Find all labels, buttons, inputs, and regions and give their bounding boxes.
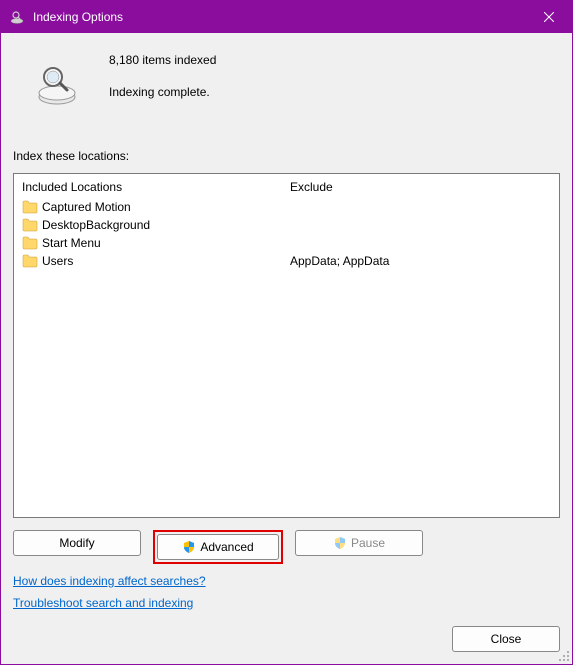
location-exclude: AppData; AppData <box>290 254 551 268</box>
how-indexing-link[interactable]: How does indexing affect searches? <box>13 574 206 588</box>
locations-listbox[interactable]: Included Locations Exclude Captured Moti… <box>13 173 560 518</box>
list-item[interactable]: Captured Motion <box>22 198 551 216</box>
buttons-row: Modify Advanced <box>13 530 560 564</box>
advanced-button[interactable]: Advanced <box>157 534 279 560</box>
location-name: DesktopBackground <box>42 218 150 232</box>
resize-grip[interactable] <box>558 650 570 662</box>
list-item[interactable]: Users AppData; AppData <box>22 252 551 270</box>
indexing-options-window: Indexing Options 8,180 items indexed <box>0 0 573 665</box>
window-title: Indexing Options <box>33 10 526 24</box>
list-item[interactable]: Start Menu <box>22 234 551 252</box>
locations-rows: Captured Motion DesktopBackground <box>14 198 559 270</box>
close-icon[interactable] <box>526 1 572 33</box>
footer: Close <box>13 626 560 652</box>
folder-icon <box>22 200 38 214</box>
advanced-highlight: Advanced <box>153 530 283 564</box>
pause-button: Pause <box>295 530 423 556</box>
items-indexed-label: 8,180 items indexed <box>109 53 216 67</box>
list-item[interactable]: DesktopBackground <box>22 216 551 234</box>
troubleshoot-link[interactable]: Troubleshoot search and indexing <box>13 596 193 610</box>
header-exclude: Exclude <box>290 180 551 194</box>
close-button[interactable]: Close <box>452 626 560 652</box>
folder-icon <box>22 254 38 268</box>
shield-icon <box>182 540 196 554</box>
indexing-state-label: Indexing complete. <box>109 85 216 99</box>
status-text: 8,180 items indexed Indexing complete. <box>109 47 216 99</box>
content-area: 8,180 items indexed Indexing complete. I… <box>1 33 572 664</box>
magnifier-drive-icon <box>33 61 81 109</box>
titlebar: Indexing Options <box>1 1 572 33</box>
links-section: How does indexing affect searches? Troub… <box>13 574 560 618</box>
folder-icon <box>22 218 38 232</box>
locations-label: Index these locations: <box>13 149 560 163</box>
shield-icon <box>333 536 347 550</box>
location-name: Captured Motion <box>42 200 131 214</box>
modify-button[interactable]: Modify <box>13 530 141 556</box>
status-section: 8,180 items indexed Indexing complete. <box>13 47 560 109</box>
locations-header: Included Locations Exclude <box>14 174 559 198</box>
folder-icon <box>22 236 38 250</box>
header-included: Included Locations <box>22 180 290 194</box>
location-name: Start Menu <box>42 236 101 250</box>
indexing-icon <box>9 9 25 25</box>
location-name: Users <box>42 254 73 268</box>
